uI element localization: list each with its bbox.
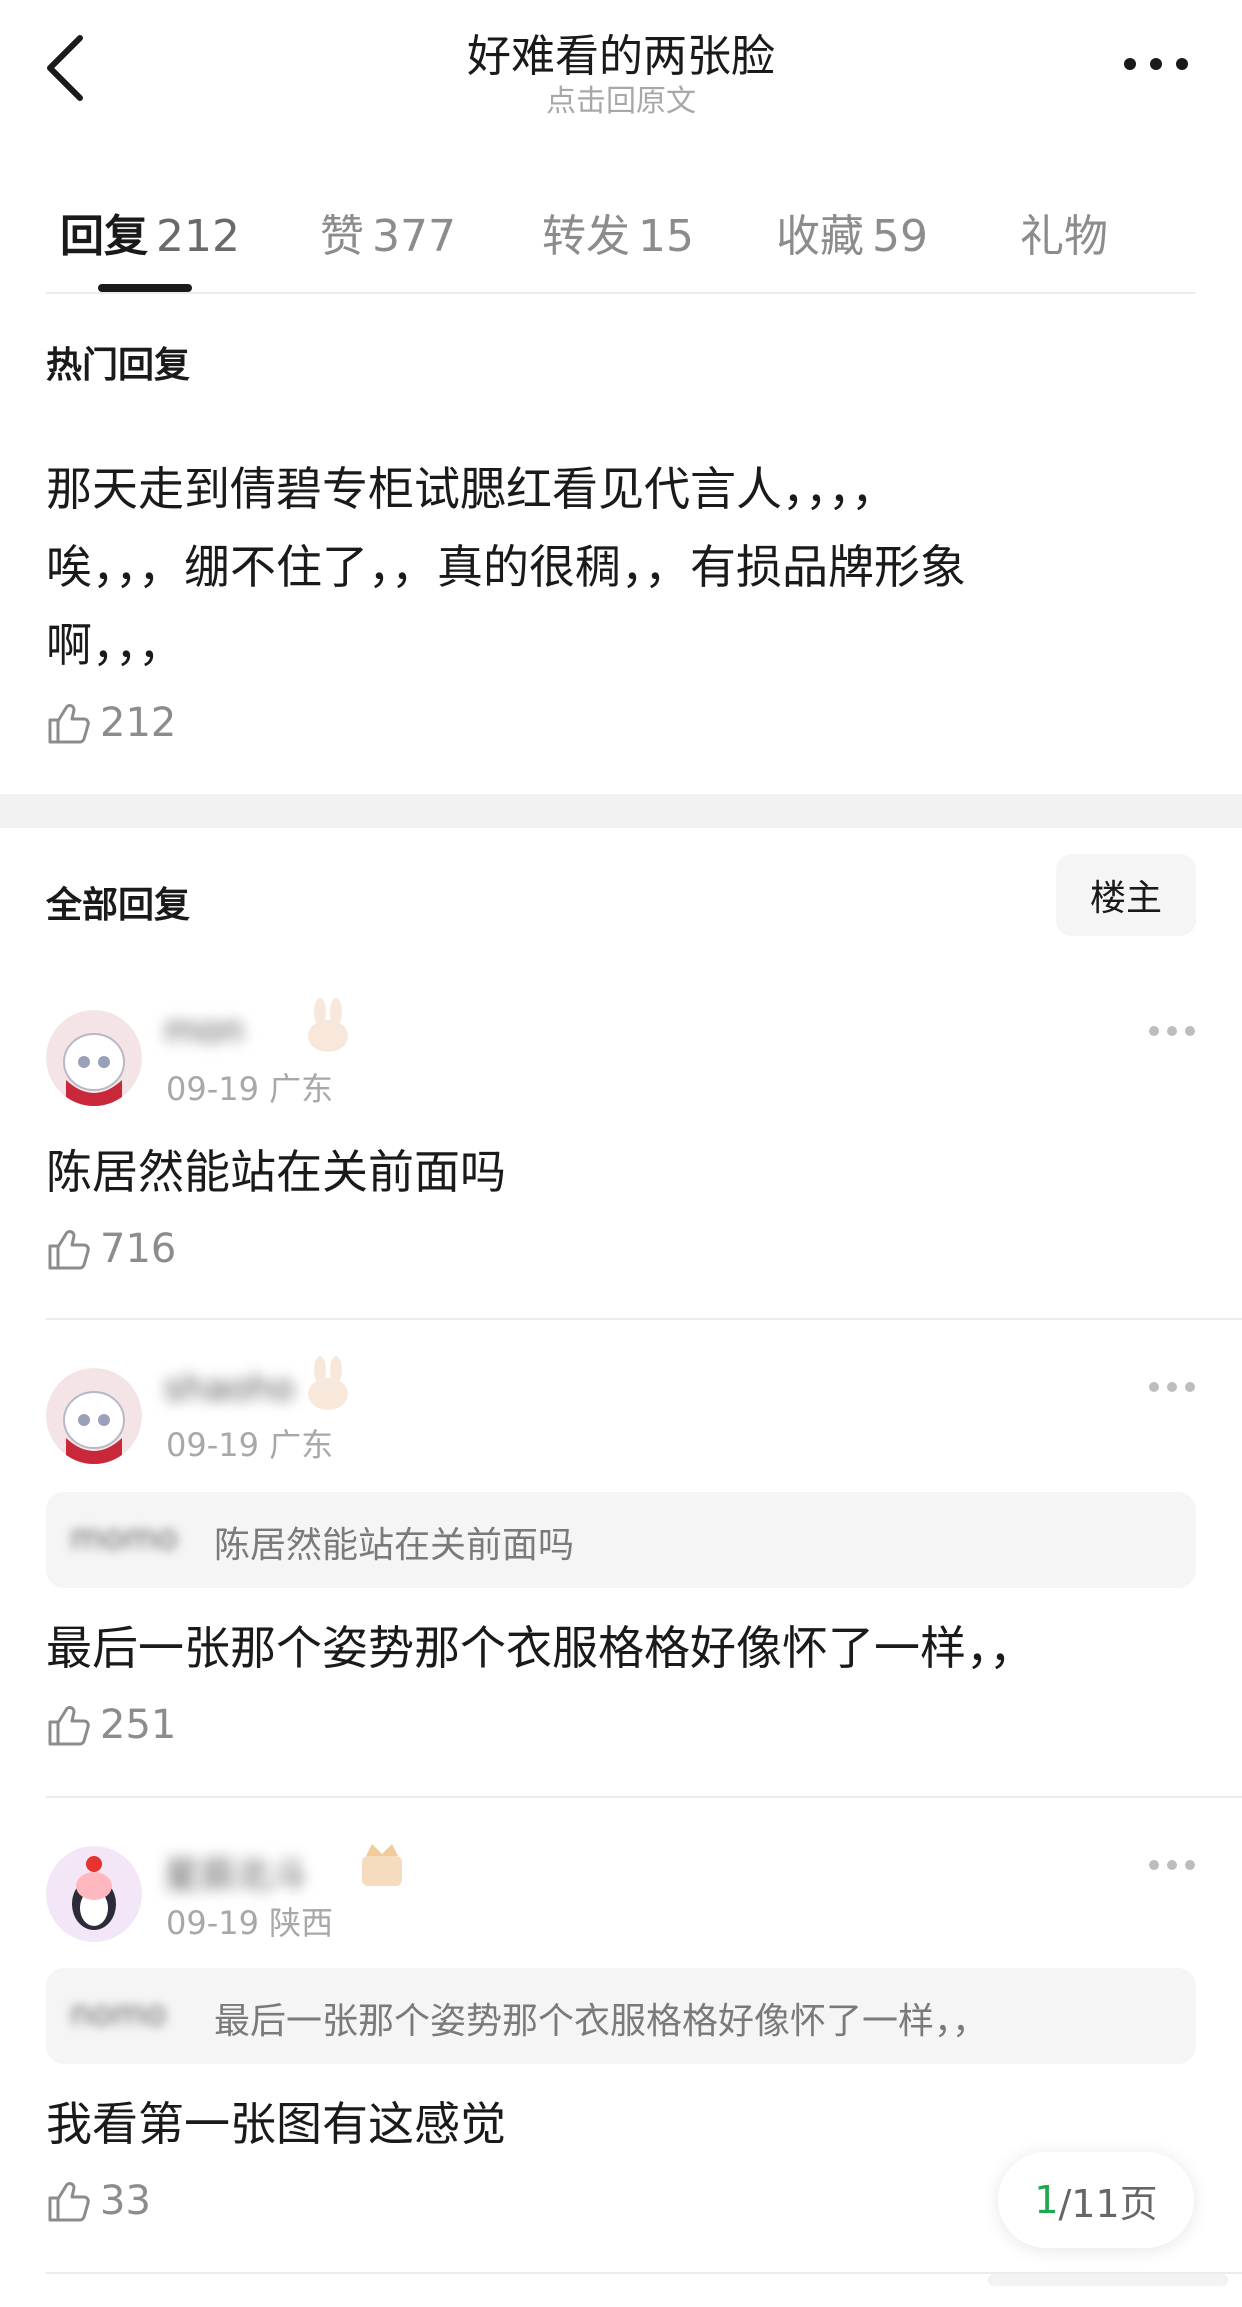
thumb-up-icon (48, 1230, 90, 1270)
comment-text: 最后一张那个姿势那个衣服格格好像怀了一样，， (46, 1621, 1035, 1675)
like-count: 251 (100, 1702, 177, 1748)
divider (46, 1796, 1242, 1798)
quoted-reply[interactable]: momo 陈居然能站在关前面吗 (46, 1492, 1196, 1588)
rabbit-badge-icon (308, 998, 348, 1052)
back-to-original-link[interactable]: 点击回原文 (0, 76, 1242, 120)
thumb-up-icon (48, 704, 90, 744)
more-icon[interactable] (1148, 1380, 1196, 1394)
quoted-username: momo (70, 1518, 178, 1558)
quoted-text: 最后一张那个姿势那个衣服格格好像怀了一样，， (214, 2001, 989, 2042)
quoted-reply[interactable]: nomo 最后一张那个姿势那个衣服格格好像怀了一样，， (46, 1968, 1196, 2064)
watermark-strip (988, 2274, 1228, 2286)
quoted-text: 陈居然能站在关前面吗 (214, 1525, 575, 1566)
hot-reply-text: 那天走到倩碧专柜试腮红看见代言人，，，， 唉，，，绷不住了，，真的很稠，，有损品… (46, 450, 1166, 684)
tab-reposts[interactable]: 转发 15 (542, 200, 694, 264)
quoted-username: nomo (70, 1994, 167, 2034)
like-count: 212 (100, 700, 177, 746)
like-count: 33 (100, 2178, 151, 2224)
page-title: 好难看的两张脸 (467, 31, 775, 82)
hot-reply-line: 那天走到倩碧专柜试腮红看见代言人，，，， (46, 462, 897, 516)
comment-text: 陈居然能站在关前面吗 (46, 1145, 506, 1199)
top-bar: 好难看的两张脸 点击回原文 (0, 0, 1242, 140)
avatar[interactable] (46, 1846, 142, 1942)
avatar[interactable] (46, 1010, 142, 1106)
tab-gifts[interactable]: 礼物 (1020, 200, 1108, 264)
comment-text: 我看第一张图有这感觉 (46, 2097, 506, 2151)
divider (46, 1318, 1242, 1320)
tab-favorites[interactable]: 收藏 59 (776, 200, 928, 264)
comment-meta: 09-19 陕西 (166, 1904, 334, 1942)
thumb-up-icon (48, 1706, 90, 1746)
like-button[interactable]: 33 (46, 2176, 151, 2226)
tab-likes[interactable]: 赞 377 (320, 200, 456, 264)
active-tab-indicator (98, 284, 192, 292)
divider (46, 292, 1196, 294)
like-button[interactable]: 716 (46, 1224, 176, 1274)
more-icon[interactable] (1148, 1024, 1196, 1038)
current-page: 1 (1034, 2178, 1059, 2222)
tab-bar: 回复 212 赞 377 转发 15 收藏 59 礼物 (0, 176, 1242, 296)
all-replies-heading: 全部回复 (46, 885, 191, 926)
thumb-up-icon (48, 2182, 90, 2222)
rabbit-badge-icon (308, 1356, 348, 1410)
like-button[interactable]: 212 (46, 698, 176, 748)
comment-meta: 09-19 广东 (166, 1426, 334, 1464)
username[interactable]: 星辰北斗 (164, 1846, 364, 1896)
hot-reply-line: 啊，，， (46, 618, 184, 672)
tab-replies[interactable]: 回复 212 (60, 200, 240, 264)
section-separator (0, 794, 1242, 828)
page-indicator-button[interactable]: 1/11页 (998, 2152, 1194, 2248)
avatar[interactable] (46, 1368, 142, 1464)
like-count: 716 (100, 1226, 177, 1272)
more-icon[interactable] (1148, 1858, 1196, 1872)
hot-reply-line: 唉，，，绷不住了，，真的很稠，，有损品牌形象 (46, 540, 966, 594)
hot-replies-heading: 热门回复 (46, 345, 191, 386)
total-pages: /11页 (1058, 2181, 1158, 2226)
comment-meta: 09-19 广东 (166, 1070, 334, 1108)
crown-badge-icon (362, 1844, 402, 1886)
like-button[interactable]: 251 (46, 1700, 176, 1750)
more-icon[interactable] (1120, 44, 1192, 84)
owner-only-button[interactable]: 楼主 (1056, 854, 1196, 936)
